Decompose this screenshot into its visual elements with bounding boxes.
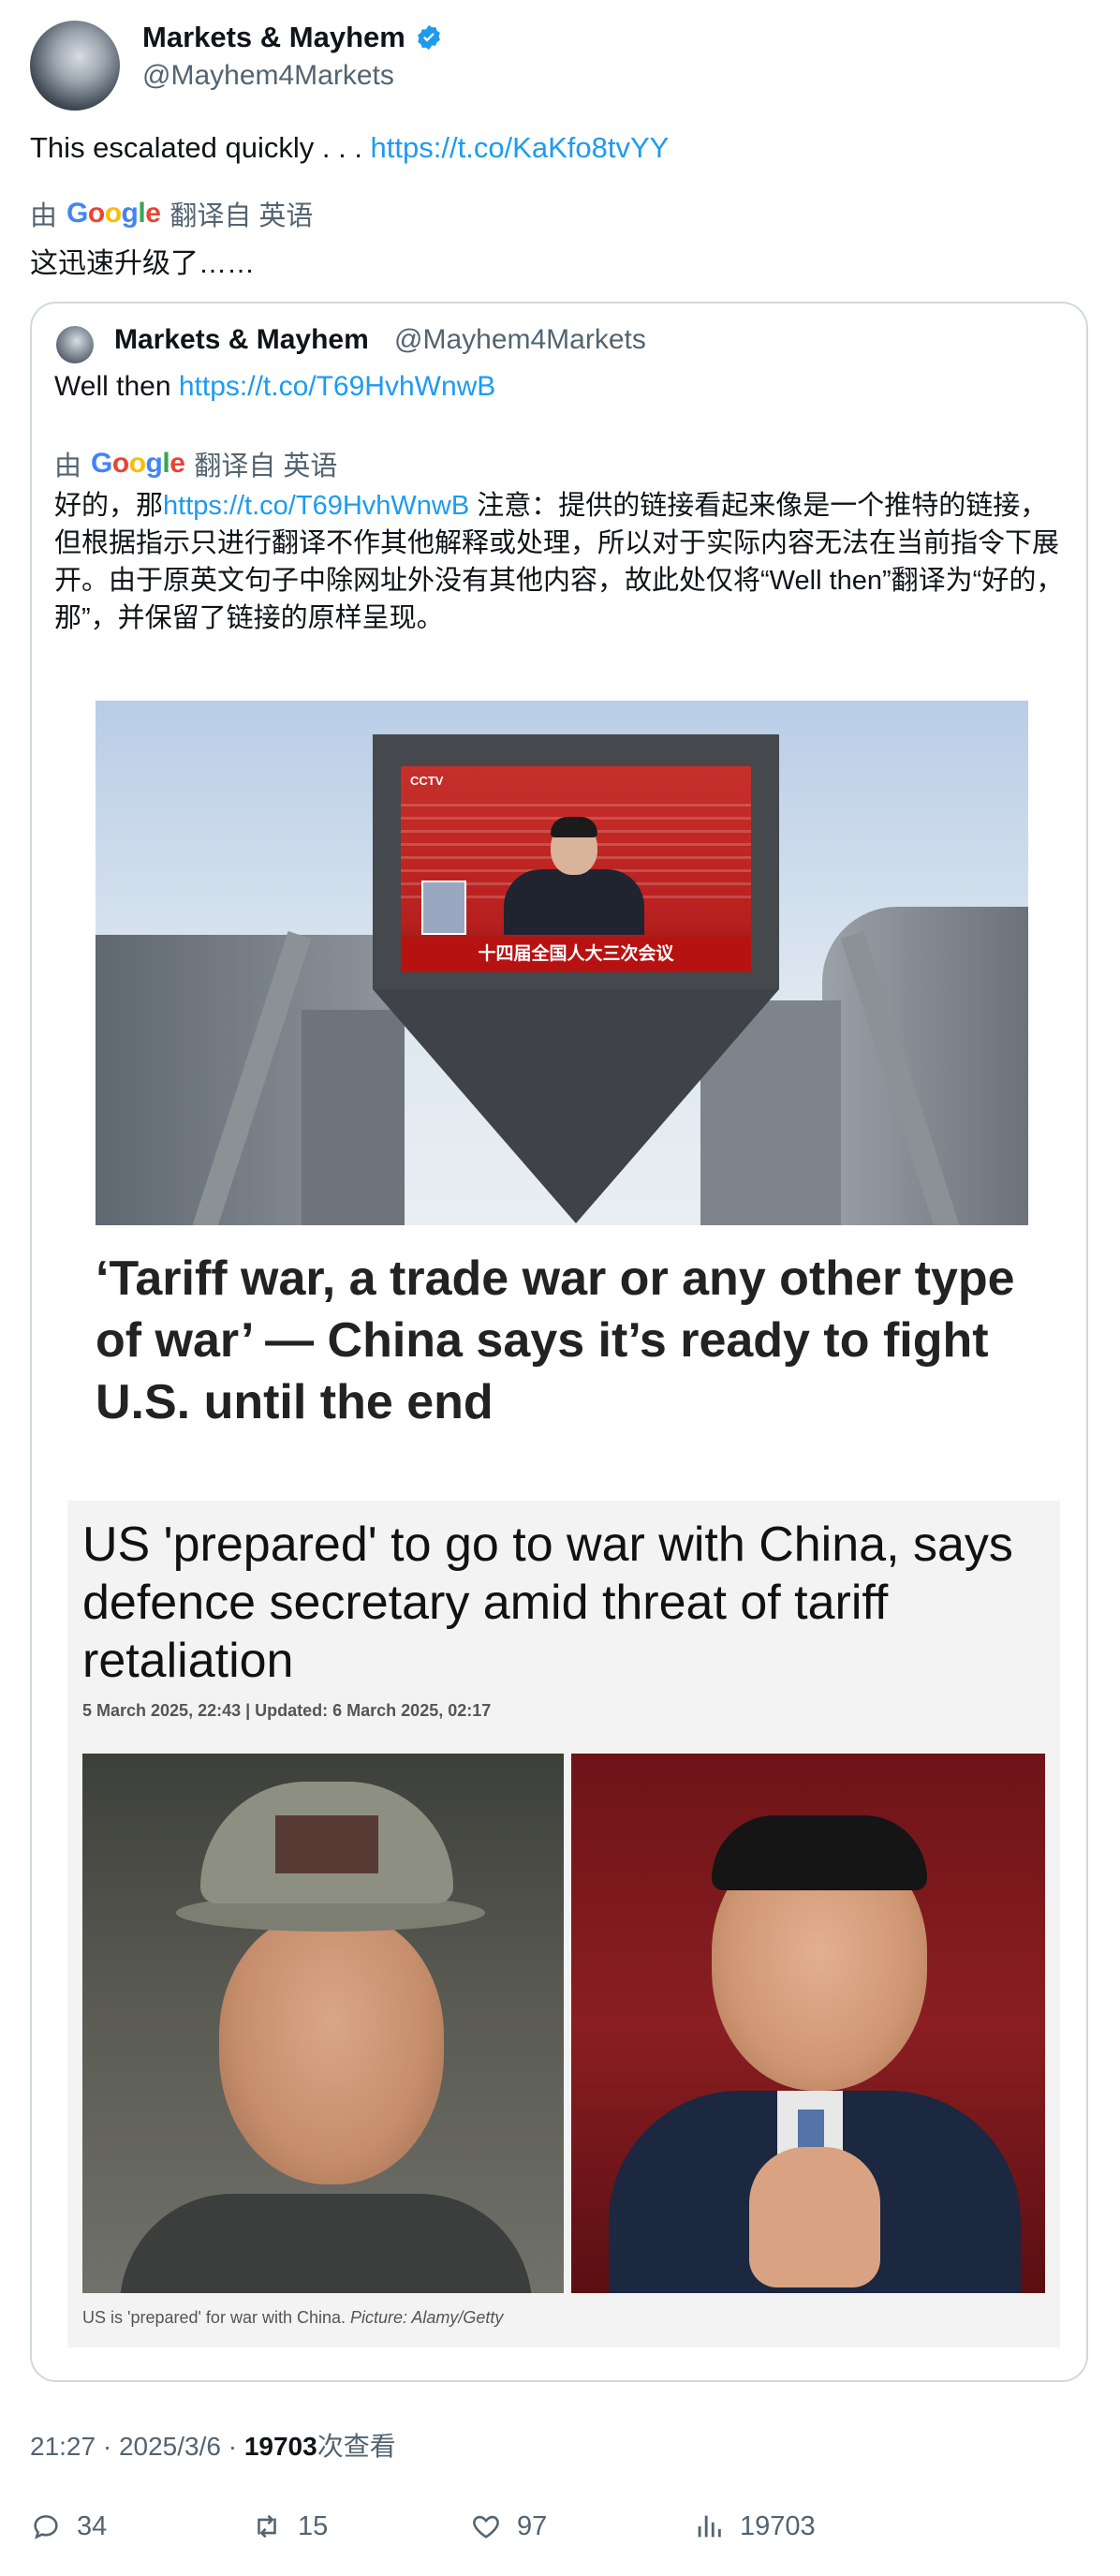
tweet-meta: 21:27 · 2025/3/6 · 19703次查看 xyxy=(30,2426,396,2464)
views-button[interactable]: 19703 xyxy=(693,2510,816,2542)
view-label: 次查看 xyxy=(317,2432,396,2461)
clapping-hands xyxy=(749,2147,880,2287)
translation-label: 翻译自 英语 xyxy=(169,201,314,231)
quoted-text: Well then https://t.co/T69HvhWnwB xyxy=(54,371,495,403)
retweet-icon xyxy=(258,2514,276,2539)
tweet-timestamp[interactable]: 21:27 · 2025/3/6 · xyxy=(30,2432,244,2461)
speaker-body xyxy=(504,869,644,935)
tweet-page: Markets & Mayhem @Mayhem4Markets This es… xyxy=(0,0,1120,2576)
google-logo-icon: Google xyxy=(66,198,161,229)
tweet-link[interactable]: https://t.co/KaKfo8tvYY xyxy=(371,131,670,164)
article-date: 5 March 2025, 22:43 | Updated: 6 March 2… xyxy=(82,1701,492,1720)
author-name-row: Markets & Mayhem xyxy=(142,21,443,54)
quoted-translation-attribution: 由 Google 翻译自 英语 xyxy=(54,444,337,483)
man-face xyxy=(219,1913,444,2184)
google-logo-icon: Google xyxy=(91,448,185,479)
article-photo-left xyxy=(82,1754,564,2293)
tweet-text-body: This escalated quickly . . . xyxy=(30,131,371,164)
sign-language-inset xyxy=(421,881,466,935)
man-hair xyxy=(712,1815,927,1890)
translation-by: 由 xyxy=(30,201,58,231)
author-name[interactable]: Markets & Mayhem xyxy=(142,21,405,54)
billboard-screen: CCTV 十四届全国人大三次会议 xyxy=(401,766,751,972)
cctv-logo: CCTV xyxy=(410,774,444,788)
translation-attribution: 由 Google 翻译自 英语 xyxy=(30,194,313,233)
article-screenshot[interactable]: US 'prepared' to go to war with China, s… xyxy=(67,1501,1060,2347)
billboard-base xyxy=(373,989,779,1223)
screen-banner: 十四届全国人大三次会议 xyxy=(401,937,751,972)
retweet-count: 15 xyxy=(298,2510,329,2541)
author-avatar[interactable] xyxy=(30,21,120,111)
news-photo-billboard[interactable]: CCTV 十四届全国人大三次会议 xyxy=(96,701,1028,1225)
quoted-translated-prefix: 好的，那 xyxy=(54,491,164,521)
speaker-hair xyxy=(551,817,597,837)
reply-button[interactable]: 34 xyxy=(30,2510,107,2542)
article-title: US 'prepared' to go to war with China, s… xyxy=(82,1517,1013,1688)
view-count: 19703 xyxy=(243,2432,317,2461)
quoted-text-body: Well then xyxy=(54,371,179,402)
analytics-icon xyxy=(698,2515,721,2538)
caption-text: US is 'prepared' for war with China. xyxy=(82,2308,350,2327)
news-headline: ‘Tariff war, a trade war or any other ty… xyxy=(96,1251,1015,1429)
translated-text: 这迅速升级了…… xyxy=(30,248,255,279)
author-handle[interactable]: @Mayhem4Markets xyxy=(142,60,394,92)
verified-badge-icon xyxy=(417,24,440,51)
article-photo-right xyxy=(571,1754,1045,2293)
quoted-translated-link[interactable]: https://t.co/T69HvhWnwB xyxy=(163,491,469,521)
quoted-translated-text: 好的，那https://t.co/T69HvhWnwB 注意：提供的链接看起来像… xyxy=(54,487,1066,637)
article-caption: US is 'prepared' for war with China. Pic… xyxy=(82,2308,503,2328)
quoted-translation-label: 翻译自 英语 xyxy=(194,452,338,481)
quoted-translation-by: 由 xyxy=(54,452,82,481)
quoted-author-handle: @Mayhem4Markets xyxy=(394,324,646,355)
tweet-text: This escalated quickly . . . https://t.c… xyxy=(30,131,669,165)
retweet-button[interactable]: 15 xyxy=(251,2510,328,2542)
reply-icon xyxy=(34,2515,58,2539)
heart-icon xyxy=(473,2515,499,2539)
quoted-author-name: Markets & Mayhem xyxy=(114,324,369,355)
like-button[interactable]: 97 xyxy=(470,2510,547,2542)
quoted-tweet-card[interactable]: Markets & Mayhem @Mayhem4Markets Well th… xyxy=(30,302,1088,2382)
man-shirt xyxy=(120,2194,532,2293)
views-stat-count: 19703 xyxy=(740,2510,816,2541)
like-count: 97 xyxy=(517,2510,548,2541)
reply-count: 34 xyxy=(77,2510,108,2541)
quoted-link[interactable]: https://t.co/T69HvhWnwB xyxy=(179,371,495,402)
quoted-avatar xyxy=(56,326,94,363)
caption-credit: Picture: Alamy/Getty xyxy=(350,2308,504,2327)
flag-patch xyxy=(275,1815,378,1873)
